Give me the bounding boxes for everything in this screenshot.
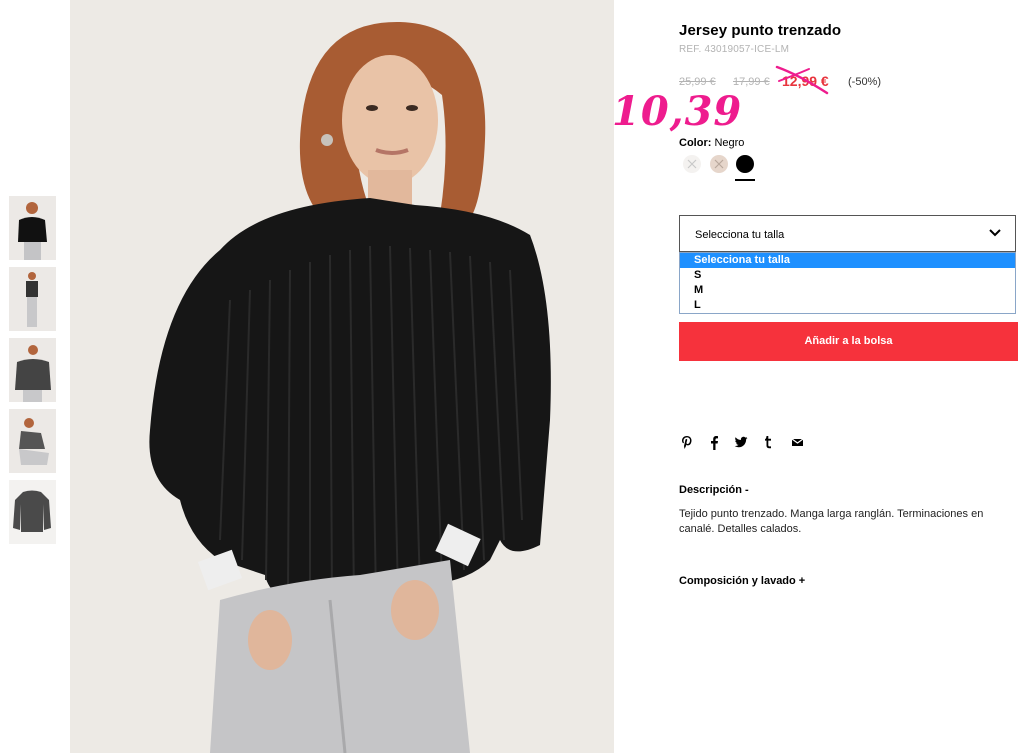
thumbnail-strip: [9, 196, 56, 551]
description-heading[interactable]: Descripción -: [679, 484, 749, 496]
product-title: Jersey punto trenzado: [679, 22, 842, 39]
description-text: Tejido punto trenzado. Manga larga rangl…: [679, 508, 984, 535]
add-to-bag-button[interactable]: Añadir a la bolsa: [679, 322, 1018, 361]
size-option-m[interactable]: M: [680, 283, 1015, 298]
size-option-s[interactable]: S: [680, 268, 1015, 283]
thumbnail-1[interactable]: [9, 196, 56, 260]
discount-badge: (-50%): [848, 76, 882, 88]
product-ref: REF. 43019057-ICE-LM: [679, 44, 790, 55]
twitter-icon[interactable]: [734, 435, 748, 451]
handwritten-price: 10,39: [612, 88, 743, 135]
thumbnail-3[interactable]: [9, 338, 56, 402]
size-option-l[interactable]: L: [680, 298, 1015, 313]
product-photo: [70, 0, 614, 753]
unavailable-icon: [687, 159, 697, 169]
unavailable-icon: [714, 159, 724, 169]
composition-heading[interactable]: Composición y lavado +: [679, 575, 805, 587]
color-swatch-white[interactable]: [683, 155, 701, 173]
color-label: Color:: [679, 137, 712, 149]
facebook-icon[interactable]: [709, 435, 723, 451]
color-swatches: [682, 153, 782, 185]
price-row: 25,99 € 17,99 € 12,99 € (-50%): [679, 65, 1018, 95]
pinterest-icon[interactable]: [681, 435, 695, 451]
original-price: 25,99 €: [679, 76, 716, 88]
thumbnail-2[interactable]: [9, 267, 56, 331]
selected-swatch-indicator: [735, 179, 755, 181]
tumblr-icon[interactable]: [764, 435, 778, 451]
size-option-placeholder[interactable]: Selecciona tu talla: [680, 253, 1015, 268]
color-row: Color: Negro: [679, 137, 744, 149]
handwritten-strike-mark: [775, 65, 829, 95]
thumbnail-4[interactable]: [9, 409, 56, 473]
mail-icon[interactable]: [791, 435, 805, 451]
size-select[interactable]: Selecciona tu talla: [679, 215, 1016, 252]
color-swatch-beige[interactable]: [710, 155, 728, 173]
chevron-down-icon: [989, 229, 1001, 237]
size-dropdown-list: Selecciona tu talla S M L: [679, 252, 1016, 314]
thumbnail-5[interactable]: [9, 480, 56, 544]
size-select-label: Selecciona tu talla: [695, 229, 785, 241]
color-value: Negro: [714, 137, 745, 149]
previous-price: 17,99 €: [733, 76, 770, 88]
color-swatch-black[interactable]: [736, 155, 754, 173]
